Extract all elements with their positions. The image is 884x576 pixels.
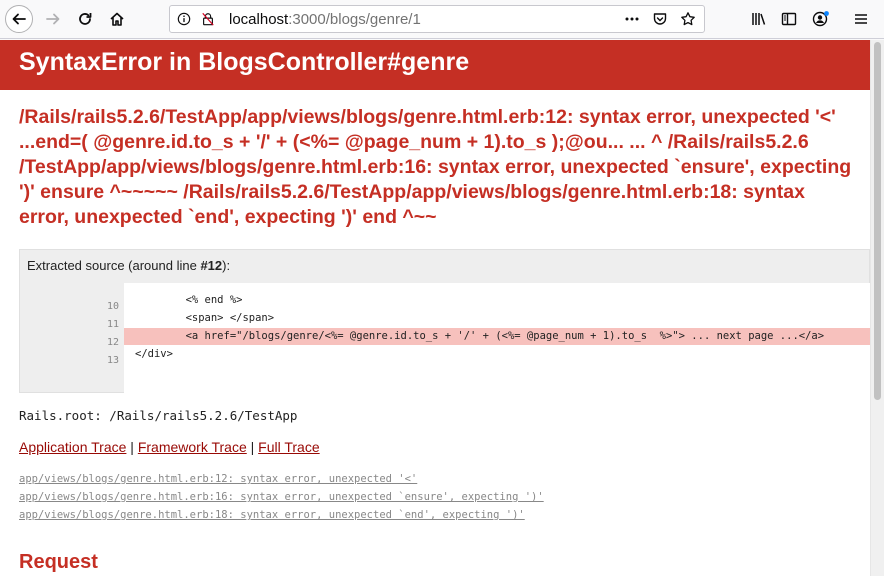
sidebar-icon[interactable] <box>780 10 798 28</box>
code-line: </div> <box>135 348 173 360</box>
browser-toolbar: localhost:3000/blogs/genre/1 <box>0 0 884 39</box>
source-caption-prefix: Extracted source (around line <box>27 258 201 273</box>
extracted-source: Extracted source (around line #12): 10 1… <box>19 249 870 393</box>
framework-trace-link[interactable]: Framework Trace <box>138 439 247 455</box>
url-path: :3000/blogs/genre/1 <box>288 11 421 28</box>
reload-icon <box>79 13 92 25</box>
error-page: SyntaxError in BlogsController#genre /Ra… <box>0 40 870 576</box>
forward-icon <box>46 13 60 25</box>
code-line: <% end %> <box>135 294 243 306</box>
home-icon <box>110 12 124 26</box>
trace-separator: | <box>130 439 134 455</box>
back-button[interactable] <box>5 5 33 33</box>
url-host: localhost <box>229 11 289 28</box>
url-bar[interactable]: localhost:3000/blogs/genre/1 <box>169 5 705 33</box>
trace-line-link[interactable]: app/views/blogs/genre.html.erb:16: synta… <box>19 488 544 506</box>
page-scrollbar[interactable] <box>870 40 884 576</box>
code-line-highlighted: <a href="/blogs/genre/<%= @genre.id.to_s… <box>124 328 870 345</box>
line-number: 11 <box>106 319 119 330</box>
forward-button[interactable] <box>39 5 67 33</box>
trace-list: app/views/blogs/genre.html.erb:12: synta… <box>19 470 544 524</box>
source-caption-suffix: ): <box>222 258 231 273</box>
site-info-icon[interactable] <box>176 11 192 27</box>
reload-button[interactable] <box>71 5 99 33</box>
back-icon <box>12 13 26 25</box>
bookmark-star-icon[interactable] <box>680 11 696 27</box>
request-heading: Request <box>19 551 98 573</box>
code-line: <span> </span> <box>135 312 275 324</box>
error-message: /Rails/rails5.2.6/TestApp/app/views/blog… <box>19 106 852 228</box>
rails-root: Rails.root: /Rails/rails5.2.6/TestApp <box>19 408 298 423</box>
trace-separator: | <box>250 439 255 455</box>
code-block: <% end %> <span> </span> <a href="/blogs… <box>124 283 870 393</box>
pocket-icon[interactable] <box>652 11 668 27</box>
library-icon[interactable] <box>750 10 768 28</box>
source-caption: Extracted source (around line #12): <box>27 258 230 273</box>
menu-icon[interactable] <box>852 10 870 28</box>
account-icon[interactable] <box>812 10 830 28</box>
source-caption-line: #12 <box>200 258 223 273</box>
full-trace-link[interactable]: Full Trace <box>258 439 319 455</box>
lock-icon[interactable] <box>200 11 216 27</box>
line-number: 10 <box>106 301 119 312</box>
page-actions-icon[interactable] <box>624 11 640 27</box>
line-number: 12 <box>106 337 119 348</box>
url-text[interactable]: localhost:3000/blogs/genre/1 <box>229 11 421 28</box>
trace-tabs: Application Trace | Framework Trace | Fu… <box>19 439 320 455</box>
error-header: SyntaxError in BlogsController#genre <box>0 40 870 90</box>
application-trace-link[interactable]: Application Trace <box>19 439 126 455</box>
line-number: 13 <box>106 355 119 366</box>
scrollbar-thumb[interactable] <box>874 42 881 400</box>
trace-line-link[interactable]: app/views/blogs/genre.html.erb:18: synta… <box>19 506 544 524</box>
trace-line-link[interactable]: app/views/blogs/genre.html.erb:12: synta… <box>19 470 544 488</box>
home-button[interactable] <box>103 5 131 33</box>
error-title: SyntaxError in BlogsController#genre <box>19 48 470 76</box>
